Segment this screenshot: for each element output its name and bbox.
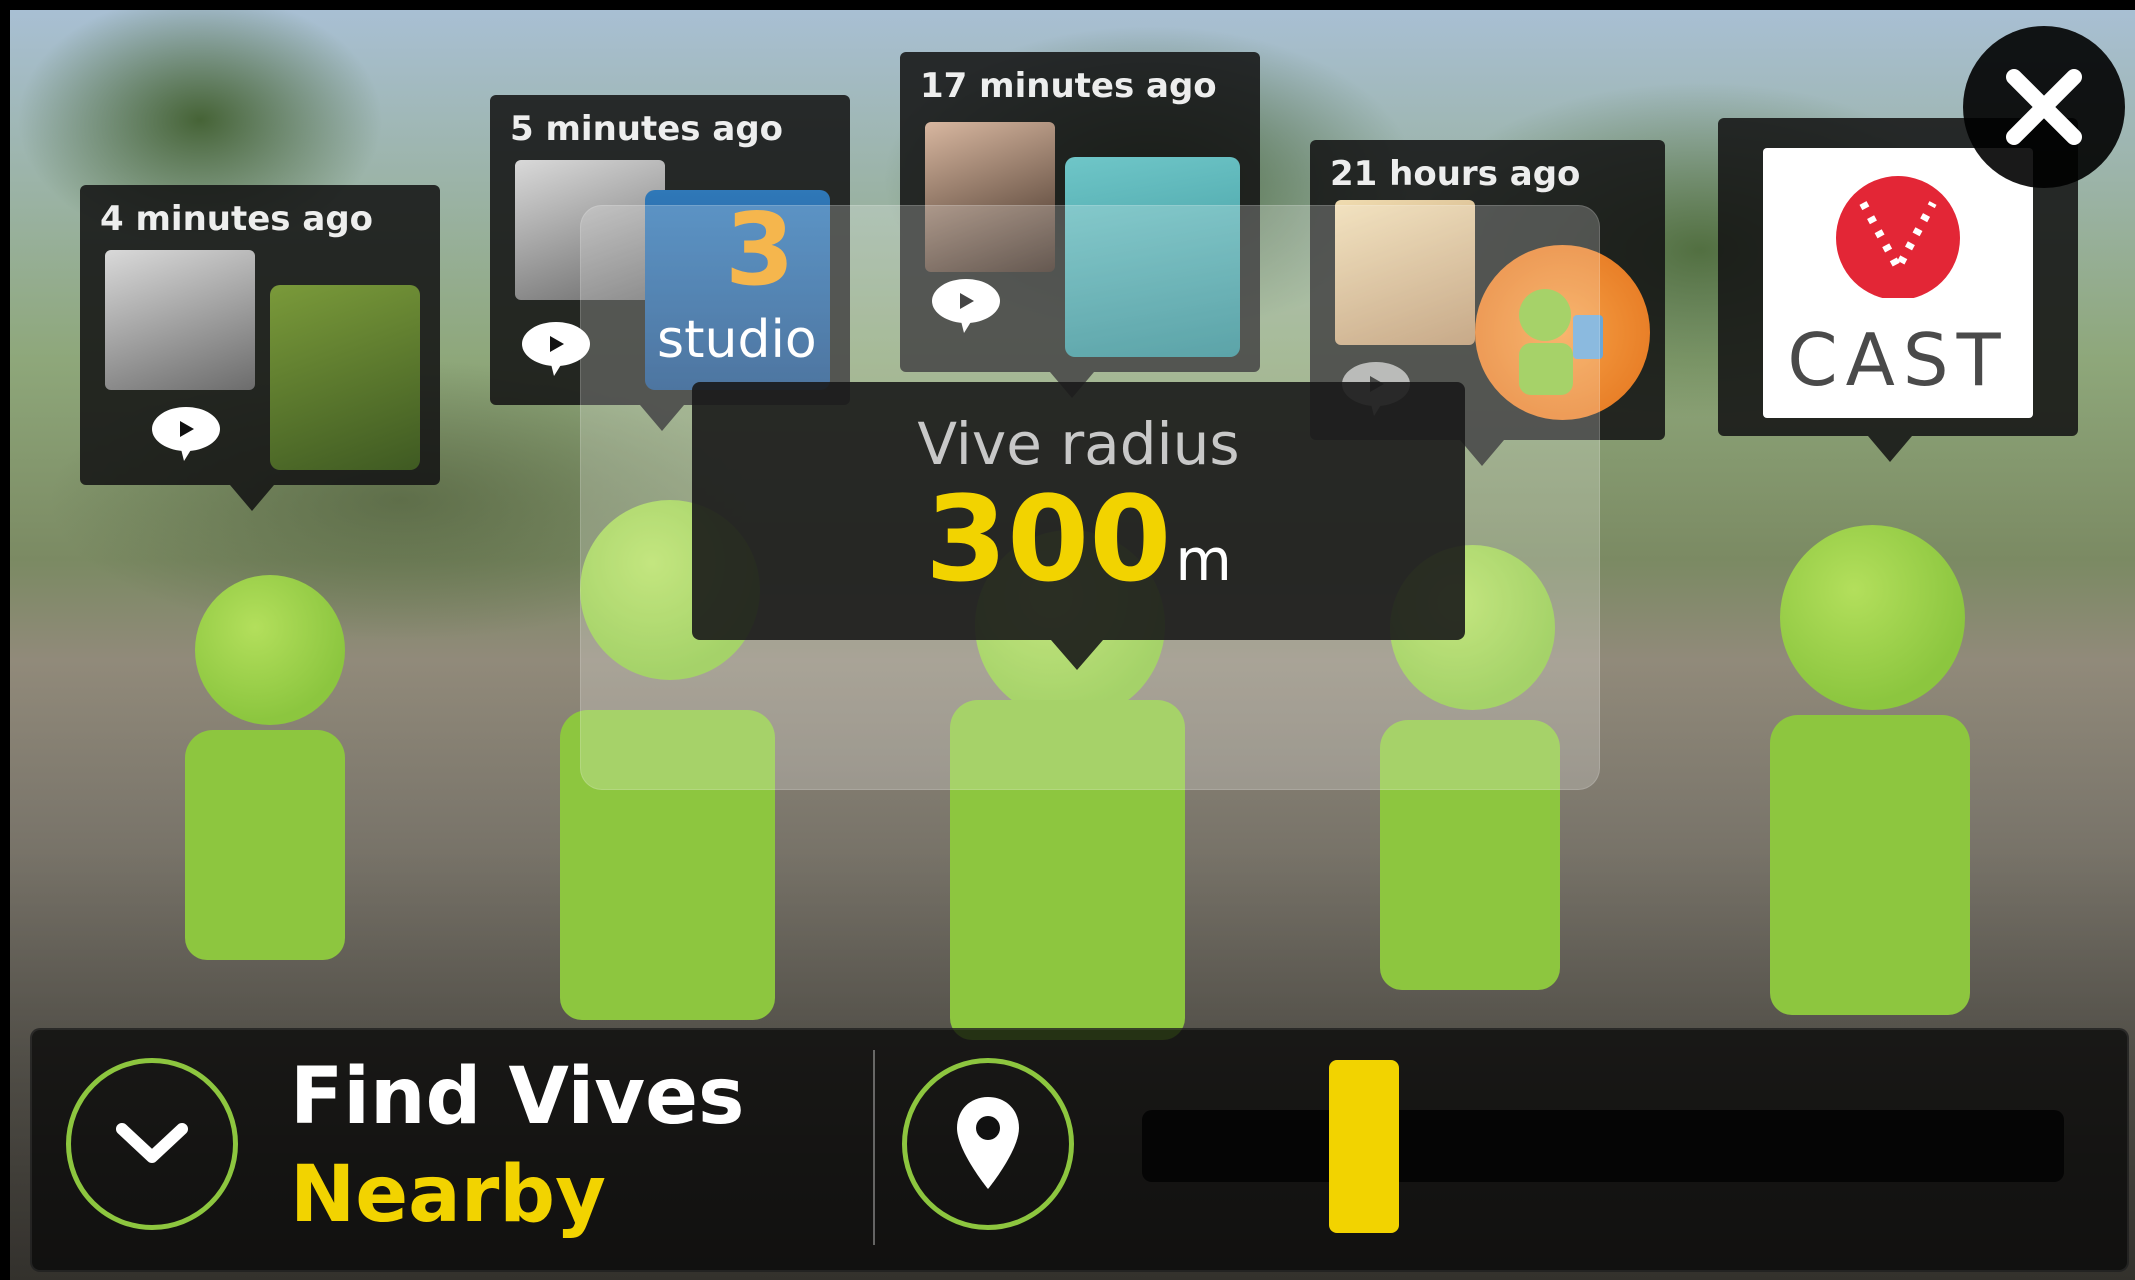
- speech-bubble-icon: [150, 405, 222, 461]
- radius-number: 300: [925, 470, 1172, 608]
- close-icon: [2006, 69, 2082, 145]
- vive-bubble-1[interactable]: 4 minutes ago: [80, 185, 440, 511]
- toolbar-divider: [873, 1050, 875, 1245]
- location-button[interactable]: [902, 1058, 1074, 1230]
- bubble-time: 21 hours ago: [1330, 154, 1581, 194]
- bubble-time: 4 minutes ago: [100, 199, 374, 239]
- collapse-button[interactable]: [66, 1058, 238, 1230]
- frame-border-top: [0, 0, 2135, 10]
- content-thumbnail: [270, 285, 420, 470]
- radius-label: Vive radius: [917, 410, 1240, 478]
- radius-slider-thumb[interactable]: [1329, 1060, 1400, 1233]
- close-button[interactable]: [1963, 26, 2125, 188]
- radius-unit: m: [1175, 526, 1232, 594]
- bubble-tail: [1868, 436, 1912, 462]
- frame-border-left: [0, 0, 10, 1280]
- camera-view: 4 minutes ago 5 minutes ago 3 studio 17 …: [0, 0, 2135, 1280]
- avatar: [105, 250, 255, 390]
- bubble-time: 17 minutes ago: [920, 66, 1217, 106]
- nearby-label: Nearby: [290, 1150, 606, 1240]
- radius-value: 300m: [692, 480, 1465, 598]
- bubble-tail: [230, 485, 274, 511]
- find-vives-title: Find Vives: [290, 1052, 745, 1142]
- radius-slider-track[interactable]: [1142, 1110, 2064, 1182]
- radius-tooltip-tail: [1051, 640, 1103, 670]
- map-pin-icon: [957, 1097, 1019, 1189]
- cast-logo: CAST: [1763, 148, 2033, 418]
- bubble-time: 5 minutes ago: [510, 109, 784, 149]
- chevron-down-icon: [116, 1123, 188, 1163]
- cast-logo-text: CAST: [1787, 318, 2009, 402]
